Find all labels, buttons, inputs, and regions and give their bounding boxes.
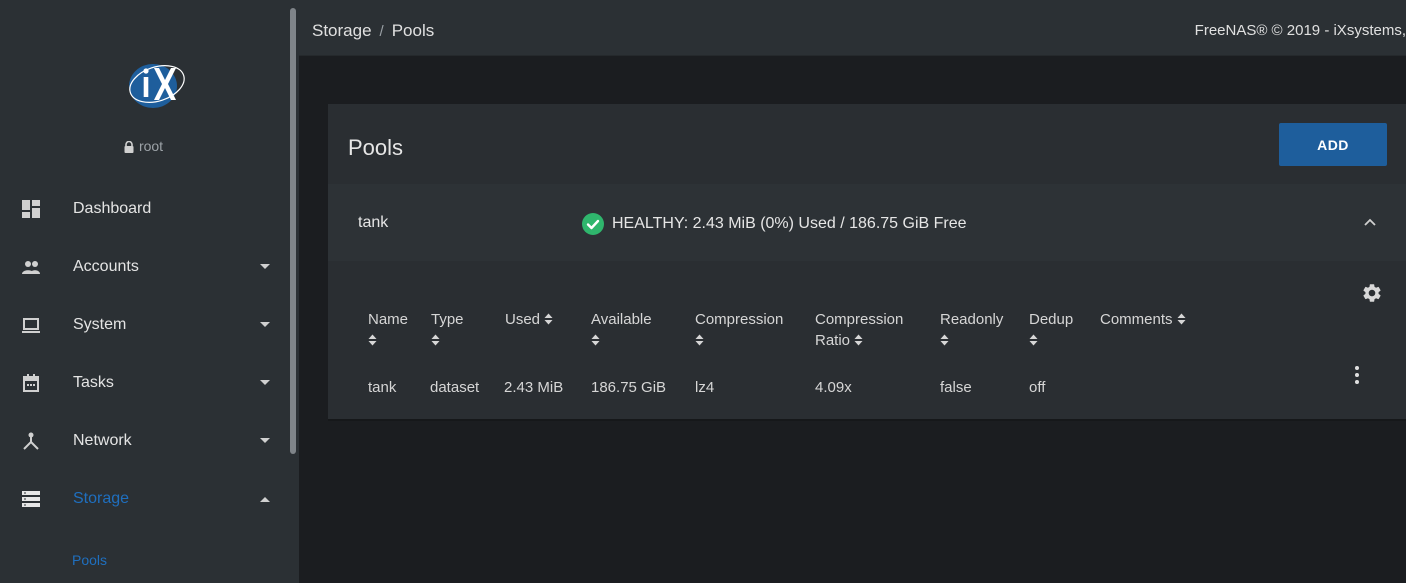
page-title: Pools (348, 135, 404, 160)
cell-type: dataset (430, 379, 480, 396)
chevron-down-icon (260, 322, 270, 327)
sidebar-item-label: Dashboard (73, 200, 152, 217)
sidebar: root Dashboard Accounts System Tasks Net… (0, 0, 287, 583)
sidebar-item-label: Accounts (73, 258, 139, 275)
cell-compression: lz4 (695, 379, 715, 396)
cell-compression-ratio: 4.09x (815, 379, 852, 396)
column-header-label: Compression (695, 311, 784, 328)
sort-icon (368, 334, 377, 346)
column-header-available[interactable]: Available (591, 309, 652, 351)
more-vert-icon[interactable] (1354, 365, 1360, 385)
column-header-used[interactable]: Used (505, 309, 553, 330)
column-header-readonly[interactable]: Readonly (940, 309, 1003, 351)
copyright-text: FreeNAS® © 2019 - iXsystems, (1194, 22, 1406, 39)
check-circle-icon (582, 213, 604, 235)
sidebar-item-label: Tasks (73, 374, 114, 391)
cell-used: 2.43 MiB (504, 379, 564, 396)
pool-header-row[interactable]: tank HEALTHY: 2.43 MiB (0%) Used / 186.7… (328, 184, 1406, 261)
sidebar-item-dashboard[interactable]: Dashboard (0, 180, 287, 238)
cell-name: tank (368, 379, 397, 396)
cell-readonly: false (940, 379, 972, 396)
sidebar-item-label: Network (73, 432, 132, 449)
column-header-compression[interactable]: Compression (695, 309, 783, 351)
accounts-icon (22, 261, 40, 274)
sidebar-item-label: Storage (73, 490, 130, 507)
network-icon (23, 432, 39, 450)
pools-card: Pools ADD tank HEALTHY: 2.43 MiB (0%) Us… (328, 104, 1406, 421)
column-header-type[interactable]: Type (431, 309, 464, 351)
breadcrumb: Storage / Pools (312, 21, 434, 41)
topbar: Storage / Pools FreeNAS® © 2019 - iXsystem… (299, 0, 1406, 56)
scrollbar-thumb[interactable] (290, 8, 296, 454)
chevron-down-icon (260, 380, 270, 385)
sidebar-item-storage[interactable]: Storage (0, 470, 287, 528)
calendar-icon (23, 374, 39, 392)
column-header-dedup[interactable]: Dedup (1029, 309, 1073, 351)
breadcrumb-parent[interactable]: Storage (312, 21, 372, 40)
column-header-label: Dedup (1029, 311, 1074, 328)
sidebar-item-label: System (73, 316, 127, 333)
sidebar-item-system[interactable]: System (0, 296, 287, 354)
sort-icon (431, 334, 440, 346)
sidebar-subitem-pools[interactable]: Pools (72, 552, 107, 568)
column-header-label: Type (431, 311, 464, 328)
datasets-table: Name Type Used Available Compression Com… (328, 261, 1406, 419)
storage-icon (22, 491, 40, 507)
sort-icon (591, 334, 600, 346)
laptop-icon (22, 318, 40, 333)
pool-status: HEALTHY: 2.43 MiB (0%) Used / 186.75 GiB… (582, 213, 967, 235)
column-header-label: Comments (1100, 311, 1173, 328)
sidebar-item-accounts[interactable]: Accounts (0, 238, 287, 296)
sidebar-nav: Dashboard Accounts System Tasks Network … (0, 180, 287, 528)
column-header-label: Name (368, 311, 409, 328)
column-header-label: Compression (815, 311, 904, 328)
dashboard-icon (22, 200, 40, 218)
user-line: root (0, 138, 287, 154)
sort-icon (854, 334, 863, 346)
lock-icon (124, 141, 134, 153)
sort-icon (695, 334, 704, 346)
chevron-up-icon[interactable] (1364, 218, 1376, 226)
pool-status-text: HEALTHY: 2.43 MiB (0%) Used / 186.75 GiB… (612, 215, 967, 232)
column-header-label: Used (505, 311, 541, 328)
add-pool-button[interactable]: ADD (1279, 123, 1387, 166)
sort-icon (544, 313, 553, 325)
sidebar-item-tasks[interactable]: Tasks (0, 354, 287, 412)
sort-icon (940, 334, 949, 346)
pool-name: tank (358, 214, 389, 231)
ix-logo (129, 64, 185, 108)
chevron-up-icon (260, 497, 270, 502)
column-header-label: Available (591, 311, 652, 328)
cell-dedup: off (1029, 379, 1046, 396)
username: root (138, 138, 164, 154)
cell-available: 186.75 GiB (591, 379, 667, 396)
column-header-name[interactable]: Name (368, 309, 408, 351)
column-header-comments[interactable]: Comments (1100, 309, 1186, 330)
column-header-label: Readonly (940, 311, 1004, 328)
chevron-down-icon (260, 438, 270, 443)
sort-icon (1177, 313, 1186, 325)
breadcrumb-current: Pools (391, 21, 435, 40)
column-header-label-2: Ratio (815, 332, 851, 349)
breadcrumb-separator: / (379, 23, 384, 40)
sidebar-scrollbar[interactable] (287, 0, 299, 583)
sort-icon (1029, 334, 1038, 346)
chevron-down-icon (260, 264, 270, 269)
column-header-compression-ratio[interactable]: Compression Ratio (815, 309, 903, 351)
sidebar-item-network[interactable]: Network (0, 412, 287, 470)
